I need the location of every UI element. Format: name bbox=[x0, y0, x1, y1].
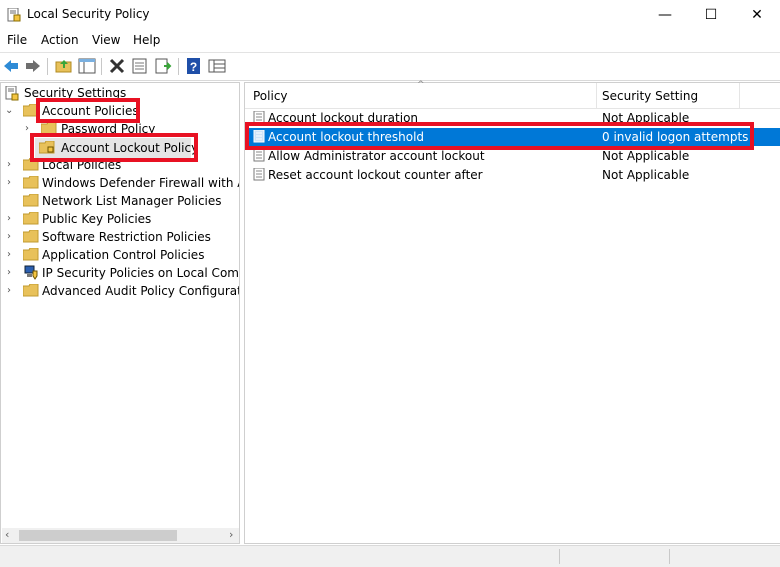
folder-icon bbox=[23, 248, 39, 261]
security-policy-app-icon bbox=[7, 8, 21, 22]
folder-icon bbox=[23, 230, 39, 243]
tree-item-label: Network List Manager Policies bbox=[42, 194, 222, 208]
policy-icon bbox=[253, 130, 265, 143]
chevron-right-icon[interactable]: › bbox=[7, 267, 17, 279]
scroll-right-icon[interactable]: › bbox=[229, 528, 233, 541]
menu-view[interactable]: View bbox=[92, 33, 120, 47]
properties-icon[interactable] bbox=[131, 57, 149, 75]
sort-ascending-icon: ^ bbox=[417, 80, 425, 90]
policy-icon bbox=[253, 168, 265, 181]
folder-icon bbox=[23, 158, 39, 171]
tree-item-label: Password Policy bbox=[61, 122, 156, 136]
list-row[interactable]: Allow Administrator account lockout Not … bbox=[245, 147, 780, 165]
toolbar-separator bbox=[47, 58, 48, 75]
security-setting-value: Not Applicable bbox=[602, 149, 690, 163]
list-row[interactable]: Reset account lockout counter after Not … bbox=[245, 166, 780, 184]
computer-shield-icon bbox=[24, 265, 38, 280]
security-setting-value: 0 invalid logon attempts bbox=[602, 130, 749, 144]
tree-item-label: Account Lockout Policy bbox=[61, 141, 199, 155]
tree-horizontal-scrollbar[interactable]: ‹ › bbox=[2, 528, 239, 543]
list-header: Policy ^ Security Setting bbox=[245, 80, 780, 109]
column-header-security-setting[interactable]: Security Setting bbox=[602, 89, 698, 103]
tree-item-label: Windows Defender Firewall with Adva bbox=[42, 176, 239, 190]
column-header-policy[interactable]: Policy bbox=[253, 89, 288, 103]
policy-name: Reset account lockout counter after bbox=[268, 168, 483, 182]
delete-icon[interactable] bbox=[108, 57, 126, 75]
security-settings-icon bbox=[5, 86, 19, 101]
chevron-right-icon[interactable]: › bbox=[7, 177, 17, 189]
chevron-right-icon[interactable]: › bbox=[7, 231, 17, 243]
chevron-right-icon[interactable]: › bbox=[7, 159, 17, 171]
chevron-right-icon[interactable]: › bbox=[7, 285, 17, 297]
view-pane-icon[interactable] bbox=[208, 57, 226, 75]
maximize-button[interactable]: ☐ bbox=[688, 0, 734, 30]
toolbar-separator bbox=[178, 58, 179, 75]
menu-help[interactable]: Help bbox=[133, 33, 160, 47]
toolbar: ? bbox=[0, 52, 780, 81]
tree-item-label: Account Policies bbox=[42, 104, 139, 118]
status-bar bbox=[0, 545, 780, 567]
security-setting-value: Not Applicable bbox=[602, 111, 690, 125]
policy-name: Account lockout threshold bbox=[268, 130, 425, 144]
policy-name: Account lockout duration bbox=[268, 111, 419, 125]
folder-icon bbox=[23, 212, 39, 225]
window-title: Local Security Policy bbox=[27, 7, 150, 21]
tree-item-account-lockout-policy[interactable]: Account Lockout Policy bbox=[35, 138, 198, 158]
policy-name: Allow Administrator account lockout bbox=[268, 149, 485, 163]
toolbar-separator bbox=[101, 58, 102, 75]
tree-item-label: Local Policies bbox=[42, 158, 122, 172]
chevron-down-icon[interactable]: ⌄ bbox=[5, 105, 15, 117]
chevron-right-icon[interactable]: › bbox=[25, 123, 35, 135]
policy-icon bbox=[253, 111, 265, 124]
folder-icon bbox=[41, 122, 57, 135]
tree-root-label: Security Settings bbox=[24, 86, 127, 100]
title-bar: Local Security Policy — ☐ ✕ bbox=[0, 0, 780, 30]
menu-bar: File Action View Help bbox=[0, 30, 780, 51]
folder-icon bbox=[23, 194, 39, 207]
back-arrow-icon[interactable] bbox=[2, 57, 20, 75]
security-setting-value: Not Applicable bbox=[602, 168, 690, 182]
list-row[interactable]: Account lockout duration Not Applicable bbox=[245, 109, 780, 127]
status-divider bbox=[559, 549, 560, 564]
details-pane: Policy ^ Security Setting Account lockou… bbox=[244, 80, 780, 544]
tree-item-label: Public Key Policies bbox=[42, 212, 152, 226]
chevron-right-icon[interactable]: › bbox=[7, 213, 17, 225]
tree-item-label: Application Control Policies bbox=[42, 248, 205, 262]
menu-file[interactable]: File bbox=[7, 33, 27, 47]
tree-item-label: Advanced Audit Policy Configuration bbox=[42, 284, 240, 298]
scroll-left-icon[interactable]: ‹ bbox=[5, 528, 9, 541]
column-divider[interactable] bbox=[596, 83, 597, 108]
minimize-button[interactable]: — bbox=[642, 0, 688, 30]
policy-icon bbox=[253, 149, 265, 162]
show-hide-tree-icon[interactable] bbox=[78, 57, 96, 75]
forward-arrow-icon[interactable] bbox=[24, 57, 42, 75]
chevron-right-icon[interactable]: › bbox=[7, 249, 17, 261]
folder-lock-icon bbox=[39, 141, 55, 154]
list-row-selected[interactable]: Account lockout threshold 0 invalid logo… bbox=[245, 128, 780, 146]
column-divider[interactable] bbox=[739, 83, 740, 108]
tree-item-label: IP Security Policies on Local Compute bbox=[42, 266, 239, 280]
scrollbar-thumb[interactable] bbox=[19, 530, 177, 541]
status-divider bbox=[669, 549, 670, 564]
export-list-icon[interactable] bbox=[154, 57, 172, 75]
folder-icon bbox=[23, 176, 39, 189]
svg-text:?: ? bbox=[190, 60, 197, 74]
up-folder-icon[interactable] bbox=[55, 57, 73, 75]
close-button[interactable]: ✕ bbox=[734, 0, 780, 30]
folder-icon bbox=[23, 104, 39, 117]
help-icon[interactable]: ? bbox=[185, 57, 203, 75]
tree-pane: Security Settings ⌄ Account Policies › P… bbox=[0, 82, 240, 544]
folder-icon bbox=[23, 284, 39, 297]
menu-action[interactable]: Action bbox=[41, 33, 79, 47]
tree-item-label: Software Restriction Policies bbox=[42, 230, 211, 244]
